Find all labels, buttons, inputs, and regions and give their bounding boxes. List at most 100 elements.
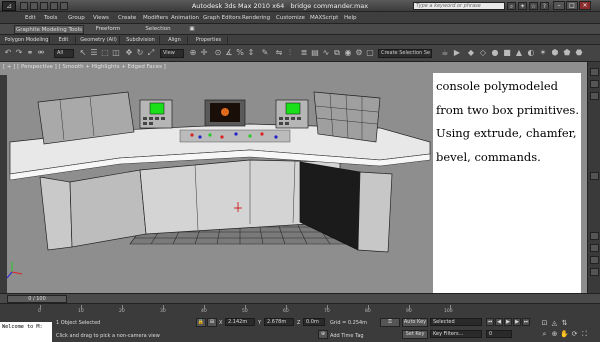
ribbon-options-icon[interactable]: ▣ <box>186 25 198 34</box>
select-manipulate-icon[interactable]: ✛ <box>199 48 209 58</box>
x-coordinate-field[interactable]: 2.142m <box>225 318 255 326</box>
viewport-label[interactable]: [ + ] [ Perspective ] [ Smooth + Highlig… <box>3 64 166 70</box>
maximize-viewport-icon[interactable]: ⛶ <box>580 330 589 339</box>
orbit-icon[interactable]: ⟳ <box>570 330 579 339</box>
tool-icon-a[interactable]: ◆ <box>466 48 476 58</box>
key-filters-button[interactable]: Key Filters... <box>430 330 482 338</box>
menu-edit[interactable]: Edit <box>25 14 36 22</box>
edit-named-selection-icon[interactable]: ✎ <box>260 48 270 58</box>
tool-icon-d[interactable]: ■ <box>502 48 512 58</box>
maxscript-listener-input[interactable]: Welcome to M: <box>0 322 52 342</box>
lock-selection-icon[interactable]: 🔒 <box>196 318 206 327</box>
menu-tools[interactable]: Tools <box>44 14 58 22</box>
tool-icon-b[interactable]: ◇ <box>478 48 488 58</box>
track-bar[interactable]: 0 10 20 30 40 50 60 70 80 90 100 <box>0 303 600 315</box>
percent-snap-icon[interactable]: % <box>235 48 245 58</box>
tool-icon-e[interactable]: ▲ <box>514 48 524 58</box>
set-key-button[interactable]: Set Key <box>402 330 428 339</box>
zoom-icon[interactable]: ⌕ <box>540 330 549 339</box>
align-icon[interactable]: ⫶ <box>285 48 295 58</box>
zoom-extents-icon[interactable]: ⊡ <box>540 319 549 328</box>
snaps-toggle-icon[interactable]: ⊙ <box>213 48 223 58</box>
schematic-view-icon[interactable]: ⧉ <box>332 48 342 58</box>
material-editor-icon[interactable]: ◉ <box>343 48 353 58</box>
play-icon[interactable]: ▶ <box>504 318 512 326</box>
search-icon[interactable]: ⌕ <box>507 2 516 10</box>
go-to-end-icon[interactable]: ⏭ <box>522 318 530 326</box>
redo-icon[interactable] <box>60 2 68 10</box>
tab-selection[interactable]: Selection <box>138 25 178 34</box>
panel-tab-icon[interactable] <box>590 268 599 276</box>
panel-tab-icon[interactable] <box>590 232 599 240</box>
rendered-frame-icon[interactable]: ▢ <box>365 48 375 58</box>
select-object-icon[interactable]: ↖ <box>78 48 88 58</box>
angle-snap-icon[interactable]: ∡ <box>224 48 234 58</box>
key-mode-dropdown[interactable]: Selected <box>430 318 482 326</box>
y-coordinate-field[interactable]: 2.678m <box>264 318 294 326</box>
next-frame-icon[interactable]: ▶ <box>513 318 521 326</box>
tab-graphite-modeling-tools[interactable]: Graphite Modeling Tools <box>14 25 84 34</box>
link-icon[interactable]: ⚭ <box>25 48 35 58</box>
zoom-all-icon[interactable]: ⊕ <box>550 330 559 339</box>
panel-properties[interactable]: Properties <box>190 36 228 44</box>
save-file-icon[interactable] <box>40 2 48 10</box>
panel-edit[interactable]: Edit <box>52 36 76 44</box>
panel-tab-icon[interactable] <box>590 80 599 88</box>
rotate-icon[interactable]: ↻ <box>135 48 145 58</box>
menu-help[interactable]: Help <box>344 14 357 22</box>
menu-rendering[interactable]: Rendering <box>242 14 270 22</box>
menu-animation[interactable]: Animation <box>171 14 199 22</box>
select-by-name-icon[interactable]: ☰ <box>89 48 99 58</box>
panel-tab-icon[interactable] <box>590 92 599 100</box>
spinner-snap-icon[interactable]: ⇕ <box>246 48 256 58</box>
open-file-icon[interactable] <box>30 2 38 10</box>
layer-manager-icon[interactable]: ≣ <box>299 48 309 58</box>
walk-through-icon[interactable]: ⇅ <box>560 319 569 328</box>
menu-graph-editors[interactable]: Graph Editors <box>203 14 241 22</box>
render-icon[interactable]: ☕ <box>440 48 450 58</box>
maximize-button[interactable]: □ <box>566 1 578 10</box>
tool-icon-f[interactable]: ◐ <box>526 48 536 58</box>
z-coordinate-field[interactable]: 0.0m <box>303 318 325 326</box>
move-icon[interactable]: ✥ <box>124 48 134 58</box>
mirror-icon[interactable]: ⇋ <box>274 48 284 58</box>
menu-create[interactable]: Create <box>118 14 136 22</box>
tool-icon-c[interactable]: ● <box>490 48 500 58</box>
redo-icon[interactable]: ↷ <box>14 48 24 58</box>
communication-center-icon[interactable]: ✦ <box>518 2 527 10</box>
field-of-view-icon[interactable]: ◬ <box>550 319 559 328</box>
unlink-icon[interactable]: ⚮ <box>36 48 46 58</box>
minimize-button[interactable]: – <box>553 1 565 10</box>
rectangle-selection-icon[interactable]: ⬚ <box>100 48 110 58</box>
panel-align[interactable]: Align <box>162 36 188 44</box>
app-logo-icon[interactable]: ⊿ <box>2 1 16 11</box>
tool-icon-j[interactable]: ⬣ <box>574 48 584 58</box>
pivot-center-icon[interactable]: ⊕ <box>188 48 198 58</box>
curve-editor-icon[interactable]: ∿ <box>321 48 331 58</box>
graphite-toggle-icon[interactable]: ▤ <box>310 48 320 58</box>
tab-freeform[interactable]: Freeform <box>88 25 128 34</box>
new-file-icon[interactable] <box>20 2 28 10</box>
reference-coordinate-dropdown[interactable]: View <box>160 49 184 58</box>
selection-filter-dropdown[interactable]: All <box>54 49 74 58</box>
panel-polygon-modeling[interactable]: Polygon Modeling <box>4 36 50 44</box>
absolute-mode-icon[interactable]: ⊞ <box>207 318 217 327</box>
panel-subdivision[interactable]: Subdivision <box>122 36 160 44</box>
time-slider[interactable]: 0 / 100 <box>7 295 67 303</box>
tool-icon-h[interactable]: ⬢ <box>550 48 560 58</box>
menu-modifiers[interactable]: Modifiers <box>143 14 168 22</box>
panel-tab-icon[interactable] <box>590 172 599 180</box>
previous-frame-icon[interactable]: ◀ <box>495 318 503 326</box>
panel-tab-icon[interactable] <box>590 256 599 264</box>
render-setup-icon[interactable]: ⚙ <box>354 48 364 58</box>
star-icon[interactable]: ☆ <box>529 2 538 10</box>
current-frame-field[interactable]: 0 <box>486 330 512 338</box>
quick-render-icon[interactable]: ▶ <box>452 48 462 58</box>
named-selection-sets-dropdown[interactable]: Create Selection Se <box>378 49 432 58</box>
add-time-tag-button[interactable]: Add Time Tag <box>330 333 364 339</box>
undo-icon[interactable] <box>50 2 58 10</box>
menu-customize[interactable]: Customize <box>276 14 305 22</box>
undo-icon[interactable]: ↶ <box>3 48 13 58</box>
panel-tab-icon[interactable] <box>590 244 599 252</box>
tool-icon-g[interactable]: ✶ <box>538 48 548 58</box>
